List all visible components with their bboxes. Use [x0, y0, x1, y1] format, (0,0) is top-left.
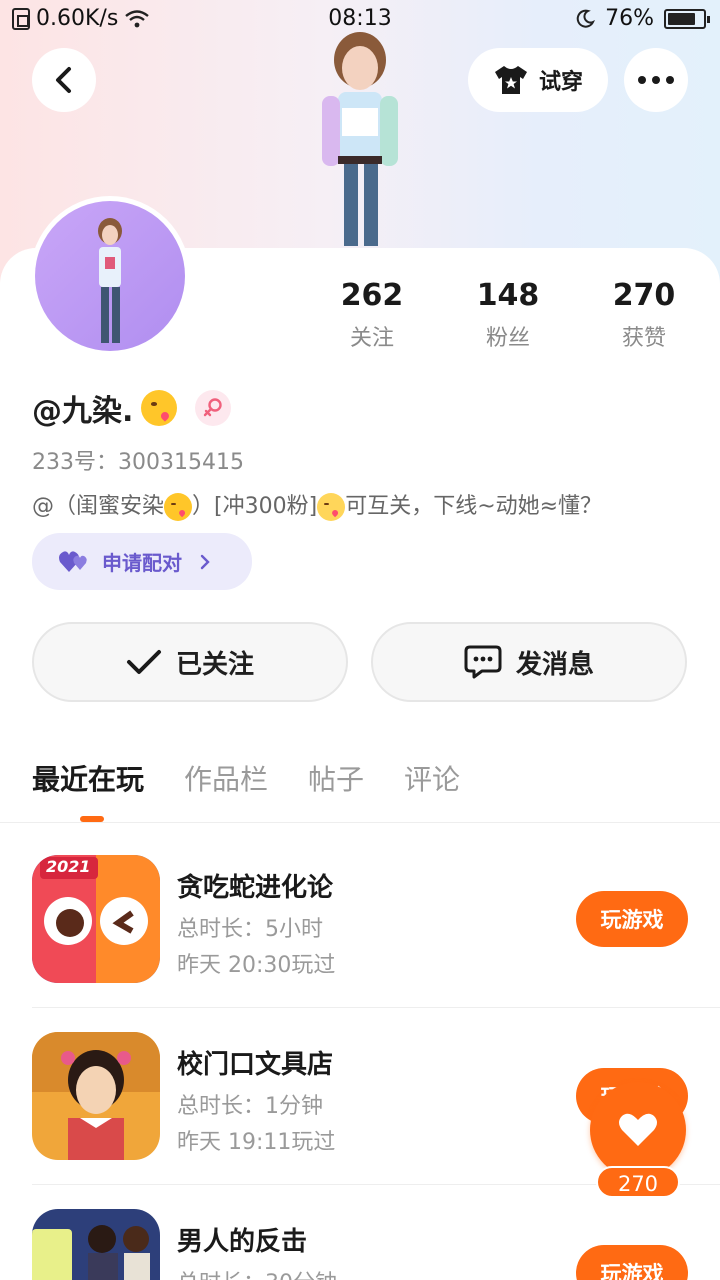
game-name: 贪吃蛇进化论 — [177, 873, 334, 903]
tabs-divider — [0, 822, 720, 823]
play-game-button[interactable]: 玩游戏 — [576, 891, 688, 947]
send-message-button[interactable]: 发消息 — [371, 622, 687, 702]
tshirt-icon — [494, 66, 527, 94]
stat-label: 关注 — [349, 326, 394, 351]
stat-number: 148 — [476, 278, 540, 313]
double-heart-icon — [59, 550, 87, 572]
stat-label: 获赞 — [621, 326, 666, 351]
game-duration: 总时长：1分钟 — [177, 1094, 323, 1119]
heart-icon — [619, 1113, 657, 1146]
zipper-mouth-emoji-icon — [317, 493, 346, 521]
profile-tabs: 最近在玩 作品栏 帖子 评论 — [32, 758, 460, 822]
battery-icon — [664, 8, 710, 29]
bio-text-end: 可互关，下线~动她≈懂？ — [345, 494, 603, 519]
do-not-disturb-moon-icon — [576, 9, 596, 28]
request-pair-button[interactable]: 申请配对 — [32, 533, 252, 590]
profile-stats: 262 关注 148 粉丝 270 获赞 — [304, 278, 714, 352]
battery-percent: 76% — [605, 6, 654, 31]
game-name: 校门口文具店 — [177, 1050, 334, 1080]
chat-bubble-icon — [464, 645, 502, 679]
game-last-played: 昨天 19:11玩过 — [177, 1130, 336, 1155]
kiss-emoji-icon — [164, 493, 193, 521]
tab-comments[interactable]: 评论 — [404, 758, 460, 808]
pair-label: 申请配对 — [102, 551, 182, 575]
game-duration: 总时长：5小时 — [177, 917, 323, 942]
stat-label: 粉丝 — [485, 326, 530, 351]
female-gender-icon — [195, 390, 232, 426]
game-icon-mans-counterattack — [32, 1209, 160, 1280]
check-icon — [126, 650, 161, 674]
stat-likes[interactable]: 270 获赞 — [576, 278, 712, 352]
tab-posts[interactable]: 帖子 — [308, 758, 364, 808]
stat-number: 262 — [340, 278, 404, 313]
bio-text-mid: ）[冲300粉] — [192, 494, 318, 519]
game-icon-stationery-shop — [32, 1032, 160, 1160]
stat-number: 270 — [612, 278, 676, 313]
followed-label: 已关注 — [175, 649, 254, 680]
bio: @（闺蜜安染 ）[冲300粉] 可互关，下线~动她≈懂？ — [32, 488, 692, 521]
try-on-button[interactable]: 试穿 — [468, 48, 608, 112]
list-item[interactable]: 校门口文具店 总时长：1分钟 昨天 19:11玩过 玩游戏 — [32, 1032, 688, 1162]
list-item[interactable]: 2021 贪吃蛇进化论 总时长：5小时 昨天 20:30玩过 玩游戏 — [32, 855, 688, 985]
more-dots-icon — [638, 76, 674, 84]
status-right: 76% — [575, 6, 710, 31]
tab-recently-played[interactable]: 最近在玩 — [32, 758, 144, 822]
status-bar: 0.60K/s 08:13 76% — [0, 0, 720, 38]
game-name: 男人的反击 — [177, 1227, 308, 1257]
game-icon-snake: 2021 — [32, 855, 160, 983]
user-id: 233号：300315415 — [32, 450, 244, 475]
avatar-3d-character — [322, 32, 398, 246]
row-divider — [32, 1007, 720, 1008]
more-button[interactable] — [624, 48, 688, 112]
followed-button[interactable]: 已关注 — [32, 622, 348, 702]
stat-following[interactable]: 262 关注 — [304, 278, 440, 352]
chevron-right-icon — [200, 554, 210, 569]
username: @九染. — [32, 394, 134, 429]
like-button[interactable] — [590, 1082, 686, 1178]
kiss-emoji-icon — [141, 390, 178, 426]
back-button[interactable] — [32, 48, 96, 112]
tab-works[interactable]: 作品栏 — [184, 758, 268, 808]
username-row: @九染. — [32, 386, 232, 430]
list-item[interactable]: 男人的反击 总时长：30分钟 玩游戏 — [32, 1209, 688, 1280]
avatar[interactable] — [30, 196, 190, 356]
send-message-label: 发消息 — [515, 649, 594, 680]
like-count: 270 — [596, 1166, 680, 1198]
game-last-played: 昨天 20:30玩过 — [177, 953, 336, 978]
game-duration: 总时长：30分钟 — [177, 1265, 337, 1280]
back-chevron-icon — [56, 67, 71, 93]
avatar-image — [35, 201, 185, 351]
year-badge: 2021 — [46, 857, 91, 876]
bio-text-start: @（闺蜜安染 — [32, 494, 165, 519]
stat-followers[interactable]: 148 粉丝 — [440, 278, 576, 352]
avatar-character — [98, 218, 122, 343]
try-on-label: 试穿 — [538, 70, 583, 95]
play-game-button[interactable]: 玩游戏 — [576, 1245, 688, 1280]
